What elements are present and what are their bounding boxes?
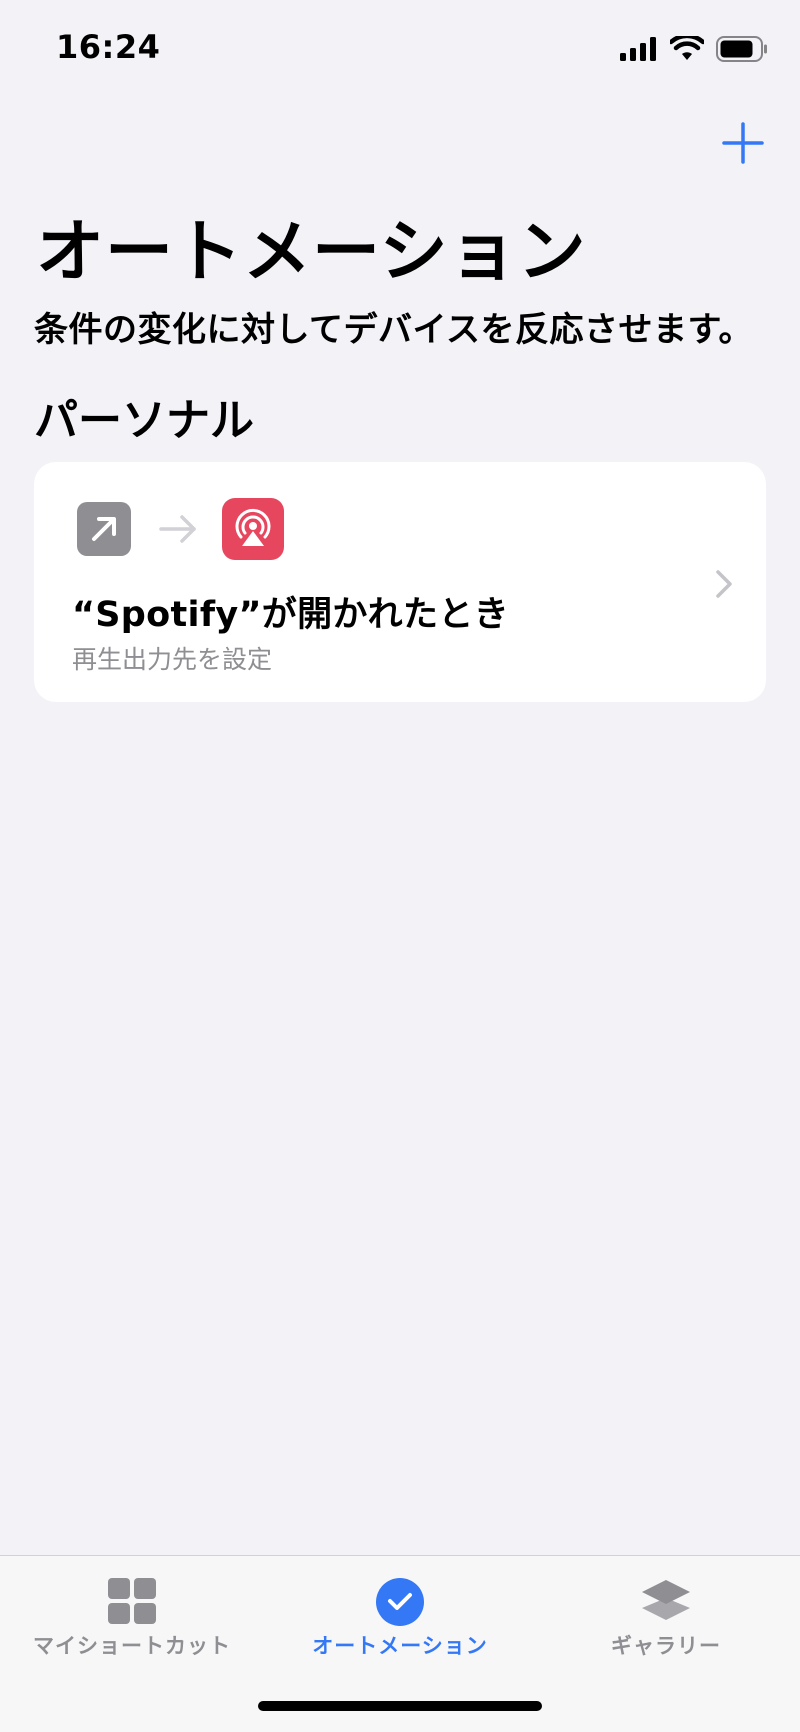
app-open-arrow-icon xyxy=(77,502,131,556)
tab-automation[interactable]: オートメーション xyxy=(270,1556,530,1676)
tab-label: ギャラリー xyxy=(611,1634,721,1658)
wifi-icon xyxy=(670,36,704,60)
automation-subtitle: 再生出力先を設定 xyxy=(72,645,273,674)
plus-icon xyxy=(722,122,764,164)
chevron-right-icon xyxy=(716,570,732,598)
arrow-right-icon xyxy=(159,515,196,543)
home-indicator[interactable] xyxy=(258,1701,542,1711)
clock-check-icon xyxy=(376,1578,424,1626)
status-time: 16:24 xyxy=(56,28,161,66)
airplay-audio-icon xyxy=(222,498,284,560)
grid-icon xyxy=(108,1578,156,1624)
page-title: オートメーション xyxy=(36,213,587,292)
status-bar: 16:24 xyxy=(0,0,800,100)
tab-label: マイショートカット xyxy=(33,1634,231,1658)
tab-my-shortcuts[interactable]: マイショートカット xyxy=(2,1556,262,1676)
tab-label: オートメーション xyxy=(312,1634,488,1658)
automation-title: “Spotify”が開かれたとき xyxy=(72,595,509,635)
cellular-signal-icon xyxy=(620,37,656,61)
battery-icon xyxy=(716,36,767,62)
status-icons xyxy=(620,32,768,66)
tab-gallery[interactable]: ギャラリー xyxy=(536,1556,796,1676)
section-header-personal: パーソナル xyxy=(34,395,254,446)
add-automation-button[interactable] xyxy=(718,118,768,168)
page-subtitle: 条件の変化に対してデバイスを反応させます。 xyxy=(34,310,754,350)
layers-icon xyxy=(642,1580,690,1620)
automation-card[interactable]: “Spotify”が開かれたとき 再生出力先を設定 xyxy=(34,462,766,702)
